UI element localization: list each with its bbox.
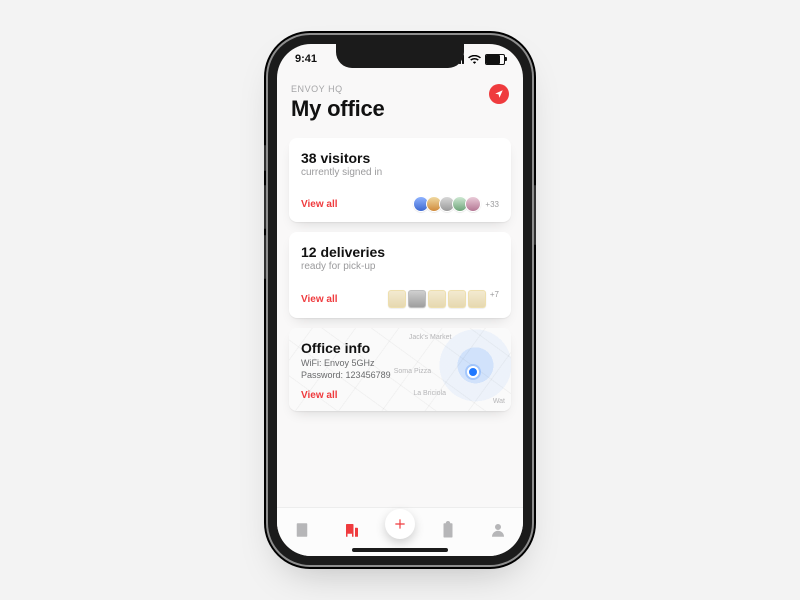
package-thumb	[408, 290, 426, 308]
tab-deliveries[interactable]	[431, 516, 465, 544]
deliveries-card[interactable]: 12 deliveries ready for pick-up View all…	[289, 232, 511, 318]
package-thumb	[448, 290, 466, 308]
visitors-card[interactable]: 38 visitors currently signed in View all…	[289, 138, 511, 222]
page-header: ENVOY HQ My office	[289, 74, 511, 128]
deliveries-title: 12 deliveries	[301, 244, 499, 260]
deliveries-subtitle: ready for pick-up	[301, 261, 499, 272]
phone-screen: 9:41 ENVOY HQ My office	[277, 44, 523, 556]
office-title: Office info	[301, 340, 511, 356]
package-thumb	[468, 290, 486, 308]
visitors-avatars: +33	[413, 196, 499, 212]
plus-icon	[393, 517, 407, 531]
deliveries-more: +7	[490, 290, 499, 308]
visitors-subtitle: currently signed in	[301, 167, 499, 178]
person-icon	[489, 521, 507, 539]
phone-device: 9:41 ENVOY HQ My office	[268, 35, 532, 565]
power-button	[534, 185, 536, 245]
add-button[interactable]	[385, 509, 415, 539]
status-time: 9:41	[295, 53, 317, 65]
location-arrow-icon	[494, 89, 504, 99]
content-scroll[interactable]: ENVOY HQ My office 38 visitors currently…	[277, 74, 523, 512]
document-icon	[293, 521, 311, 539]
wifi-icon	[468, 55, 481, 64]
header-eyebrow: ENVOY HQ	[291, 84, 509, 94]
building-icon	[343, 521, 361, 539]
tab-office[interactable]	[335, 516, 369, 544]
battery-icon	[485, 54, 505, 65]
office-info-card[interactable]: Jack's Market Soma Pizza La Briciola Wat…	[289, 328, 511, 411]
home-indicator[interactable]	[352, 548, 448, 552]
volume-down-button	[264, 235, 266, 279]
visitors-view-all[interactable]: View all	[301, 199, 338, 210]
visitors-title: 38 visitors	[301, 150, 499, 166]
location-button[interactable]	[489, 84, 509, 104]
avatar	[465, 196, 481, 212]
volume-up-button	[264, 185, 266, 229]
side-button	[264, 145, 266, 171]
clipboard-icon	[439, 521, 457, 539]
office-wifi: WiFi: Envoy 5GHz	[301, 358, 511, 368]
deliveries-thumbs: +7	[388, 290, 499, 308]
visitors-more: +33	[485, 200, 499, 209]
notch	[336, 44, 464, 68]
tab-profile[interactable]	[481, 516, 515, 544]
package-thumb	[428, 290, 446, 308]
office-password: Password: 123456789	[301, 370, 511, 380]
office-view-all[interactable]: View all	[301, 390, 338, 401]
tab-visitors[interactable]	[285, 516, 319, 544]
page-title: My office	[291, 96, 509, 122]
deliveries-view-all[interactable]: View all	[301, 294, 338, 305]
package-thumb	[388, 290, 406, 308]
